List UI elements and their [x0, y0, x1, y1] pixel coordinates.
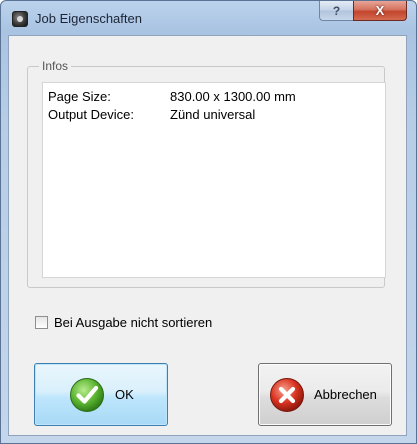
ok-button[interactable]: OK: [34, 363, 168, 426]
window-title: Job Eigenschaften: [35, 11, 142, 26]
help-button[interactable]: ?: [319, 1, 353, 21]
no-sort-option[interactable]: Bei Ausgabe nicht sortieren: [35, 314, 212, 330]
cross-icon: [270, 378, 304, 412]
info-value: Zünd universal: [170, 107, 256, 122]
help-icon: ?: [332, 3, 341, 18]
ok-label: OK: [115, 387, 134, 402]
cancel-button[interactable]: Abbrechen: [258, 363, 392, 426]
no-sort-label[interactable]: Bei Ausgabe nicht sortieren: [54, 315, 212, 330]
close-icon: X: [375, 3, 385, 18]
no-sort-checkbox[interactable]: [35, 315, 48, 329]
info-key: Page Size:: [48, 89, 111, 104]
checkmark-icon: [70, 378, 104, 412]
cancel-label: Abbrechen: [314, 387, 377, 402]
close-button[interactable]: X: [353, 1, 407, 21]
info-value: 830.00 x 1300.00 mm: [170, 89, 296, 104]
caption-buttons: ? X: [319, 1, 409, 22]
title-bar[interactable]: Job Eigenschaften ? X: [1, 1, 416, 35]
info-key: Output Device:: [48, 107, 134, 122]
infos-legend: Infos: [39, 59, 72, 73]
app-icon: [12, 11, 28, 27]
